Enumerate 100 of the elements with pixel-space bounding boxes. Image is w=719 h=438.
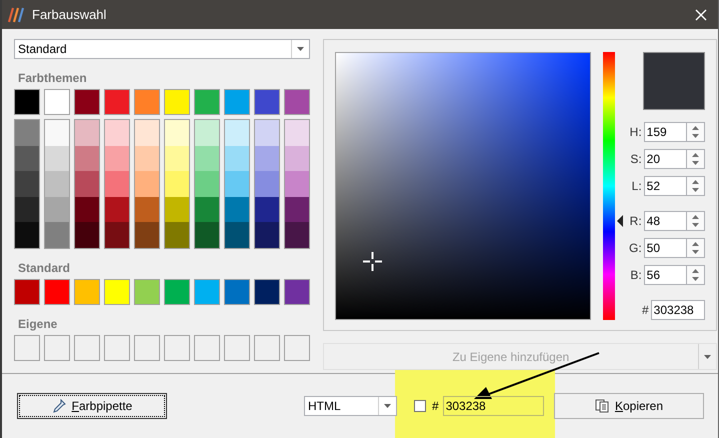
shade-swatch[interactable] [255,196,279,222]
shade-swatch[interactable] [15,146,39,172]
shade-swatch[interactable] [15,171,39,197]
palette-dropdown[interactable]: Standard [14,39,310,59]
shade-swatch[interactable] [285,222,309,248]
spin-button[interactable] [686,176,705,196]
color-swatch[interactable] [74,278,100,305]
hex-field[interactable]: 303238 [442,396,544,416]
shade-swatch[interactable] [195,222,219,248]
shade-swatch[interactable] [75,196,99,222]
spin-button[interactable] [686,149,705,169]
shade-swatch[interactable] [285,196,309,222]
shade-swatch[interactable] [285,120,309,146]
empty-swatch[interactable] [44,334,70,361]
color-swatch[interactable] [164,89,190,115]
color-swatch[interactable] [164,278,190,305]
shade-swatch[interactable] [225,146,249,172]
number-field[interactable]: 52 [644,176,687,196]
spin-button[interactable] [686,265,705,285]
shade-swatch[interactable] [135,146,159,172]
number-field[interactable]: 159 [644,122,687,142]
color-swatch[interactable] [44,278,70,305]
color-swatch[interactable] [134,278,160,305]
empty-swatch[interactable] [14,334,40,361]
copy-button[interactable]: Kopieren [554,393,704,419]
color-swatch[interactable] [104,278,130,305]
shade-swatch[interactable] [105,171,129,197]
shade-swatch[interactable] [75,222,99,248]
spin-button[interactable] [686,122,705,142]
shade-swatch[interactable] [105,146,129,172]
shade-swatch[interactable] [165,196,189,222]
number-field[interactable]: 50 [644,238,687,258]
shade-swatch[interactable] [255,171,279,197]
shade-swatch[interactable] [105,196,129,222]
shade-swatch[interactable] [45,171,69,197]
shade-swatch[interactable] [45,196,69,222]
empty-swatch[interactable] [254,334,280,361]
color-swatch[interactable] [254,89,280,115]
hue-marker-icon[interactable] [617,214,623,227]
shade-swatch[interactable] [45,120,69,146]
shade-swatch[interactable] [75,120,99,146]
checkbox[interactable] [414,400,426,412]
shade-swatch[interactable] [225,222,249,248]
shade-swatch[interactable] [165,222,189,248]
spin-button[interactable] [686,211,705,231]
number-field[interactable]: 20 [644,149,687,169]
number-field[interactable]: 48 [644,211,687,231]
shade-swatch[interactable] [105,222,129,248]
empty-swatch[interactable] [284,334,310,361]
number-field[interactable]: 56 [644,265,687,285]
shade-swatch[interactable] [135,222,159,248]
empty-swatch[interactable] [74,334,100,361]
shade-swatch[interactable] [135,171,159,197]
shade-swatch[interactable] [45,146,69,172]
shade-swatch[interactable] [255,120,279,146]
spin-button[interactable] [686,238,705,258]
color-field[interactable] [335,52,591,320]
color-swatch[interactable] [44,89,70,115]
shade-swatch[interactable] [165,171,189,197]
shade-swatch[interactable] [165,120,189,146]
shade-swatch[interactable] [225,196,249,222]
color-swatch[interactable] [284,278,310,305]
shade-swatch[interactable] [15,196,39,222]
shade-swatch[interactable] [165,146,189,172]
shade-swatch[interactable] [285,171,309,197]
shade-swatch[interactable] [255,146,279,172]
empty-swatch[interactable] [224,334,250,361]
shade-swatch[interactable] [225,171,249,197]
shade-swatch[interactable] [15,120,39,146]
color-swatch[interactable] [224,89,250,115]
eyedropper-button[interactable]: Farbpipette [17,393,167,419]
empty-swatch[interactable] [104,334,130,361]
color-swatch[interactable] [224,278,250,305]
shade-swatch[interactable] [285,146,309,172]
shade-swatch[interactable] [195,120,219,146]
shade-swatch[interactable] [75,171,99,197]
empty-swatch[interactable] [164,334,190,361]
shade-swatch[interactable] [255,222,279,248]
shade-swatch[interactable] [15,222,39,248]
color-swatch[interactable] [254,278,280,305]
color-swatch[interactable] [284,89,310,115]
shade-swatch[interactable] [75,146,99,172]
shade-swatch[interactable] [135,196,159,222]
color-swatch[interactable] [194,89,220,115]
shade-swatch[interactable] [135,120,159,146]
format-dropdown[interactable]: HTML [304,396,397,416]
empty-swatch[interactable] [134,334,160,361]
color-swatch[interactable] [14,278,40,305]
shade-swatch[interactable] [195,196,219,222]
empty-swatch[interactable] [194,334,220,361]
color-swatch[interactable] [194,278,220,305]
shade-swatch[interactable] [45,222,69,248]
hex-field[interactable]: 303238 [650,300,705,320]
shade-swatch[interactable] [195,171,219,197]
shade-swatch[interactable] [105,120,129,146]
color-swatch[interactable] [134,89,160,115]
shade-swatch[interactable] [225,120,249,146]
color-swatch[interactable] [14,89,40,115]
color-swatch[interactable] [104,89,130,115]
shade-swatch[interactable] [195,146,219,172]
